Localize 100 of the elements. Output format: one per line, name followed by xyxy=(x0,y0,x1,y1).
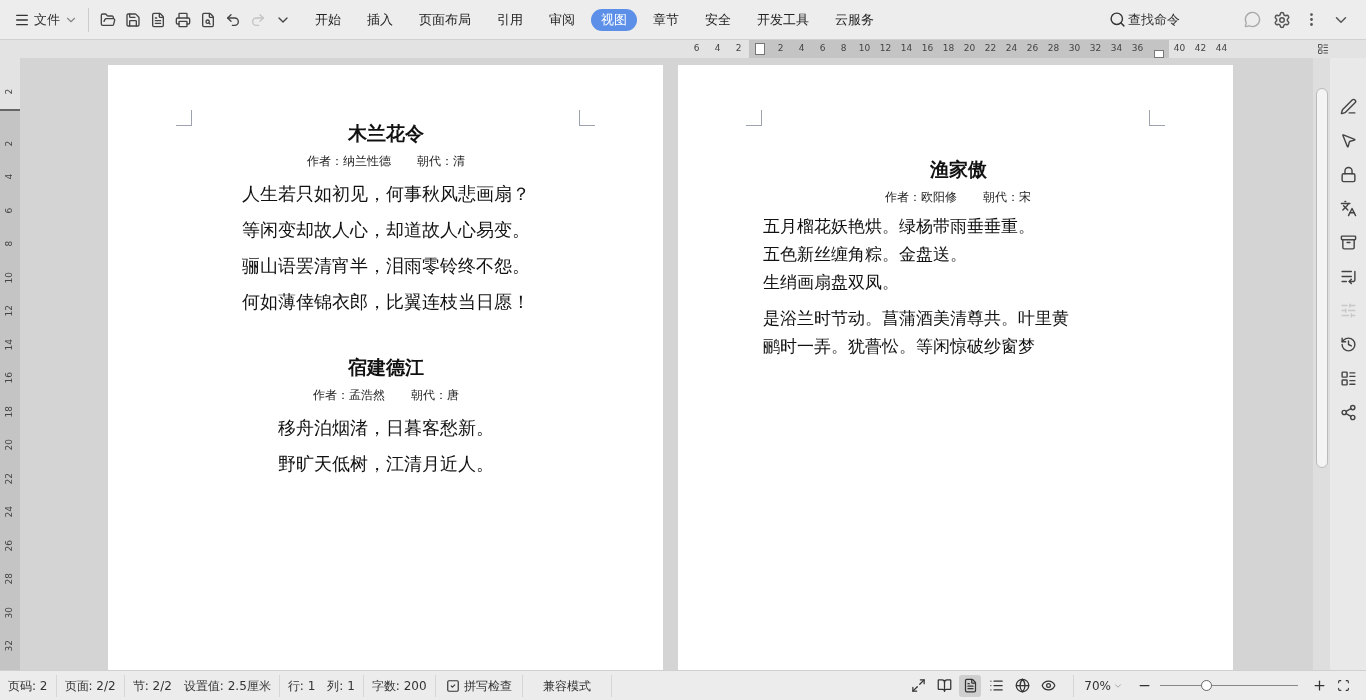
archive-icon[interactable] xyxy=(1339,234,1357,251)
ribbon-tab[interactable]: 审阅 xyxy=(539,8,585,31)
compat-mode-button[interactable]: 兼容模式 xyxy=(522,674,612,697)
outline-icon xyxy=(988,678,1004,693)
undo-icon xyxy=(224,11,241,28)
ruler-number: 20 xyxy=(962,42,977,56)
slider-thumb[interactable] xyxy=(1200,680,1212,691)
poem-line: 等闲变却故人心，却道故人心易变。 xyxy=(241,218,530,242)
zoom-in-icon[interactable] xyxy=(1312,678,1327,693)
poem-author: 作者：孟浩然 xyxy=(312,387,385,404)
ruler-number: 14 xyxy=(3,338,16,350)
margin-mark xyxy=(579,110,595,126)
print-icon xyxy=(174,11,191,28)
ribbon-tab[interactable]: 开发工具 xyxy=(747,8,819,31)
ribbon-tab[interactable]: 章节 xyxy=(643,8,689,31)
settings-icon[interactable] xyxy=(1273,10,1291,29)
status-text: 页面: 2/2 xyxy=(64,677,116,695)
list-icon[interactable] xyxy=(1339,268,1357,285)
status-text: 行: 1 xyxy=(287,677,316,695)
lock-icon[interactable] xyxy=(1339,166,1357,183)
ruler-number: 6 xyxy=(818,42,827,56)
ruler-number: 6 xyxy=(692,42,701,56)
ribbon-tab[interactable]: 开始 xyxy=(305,8,351,31)
poem-line: 五月榴花妖艳烘。绿杨带雨垂垂重。 xyxy=(763,215,1035,238)
poem-line: 是浴兰时节动。菖蒲酒美清尊共。叶里黄 xyxy=(763,307,1069,330)
ruler-number: 18 xyxy=(941,42,956,56)
poem-line: 五色新丝缠角粽。金盘送。 xyxy=(763,243,967,266)
ruler-number: 42 xyxy=(1193,42,1208,56)
poem-line: 人生若只如初见，何事秋风悲画扇？ xyxy=(241,182,530,206)
ruler-number: 32 xyxy=(3,640,16,652)
redo-icon xyxy=(249,11,266,28)
ruler-number: 22 xyxy=(983,42,998,56)
zoom-slider[interactable] xyxy=(1160,678,1298,693)
ruler-number: 16 xyxy=(3,372,16,384)
ruler-number: 2 xyxy=(734,42,743,56)
ribbon-tab[interactable]: 安全 xyxy=(695,8,741,31)
ruler-number: 26 xyxy=(3,539,16,551)
folder-icon xyxy=(99,11,116,28)
cursor-icon[interactable] xyxy=(1339,132,1357,149)
margin-marker[interactable] xyxy=(1153,50,1164,58)
status-text: 列: 1 xyxy=(327,677,355,695)
indent-marker[interactable] xyxy=(754,43,765,55)
poem-line: 野旷天低树，江清月近人。 xyxy=(277,452,494,476)
ruler-number: 14 xyxy=(899,42,914,56)
fit-window-icon[interactable] xyxy=(1337,679,1350,692)
ruler-number: 2 xyxy=(776,42,785,56)
history-icon[interactable] xyxy=(1339,336,1357,353)
status-text: 节: 2/2 xyxy=(132,677,172,695)
ruler-number: 4 xyxy=(713,42,722,56)
ruler-number: 8 xyxy=(3,240,16,247)
layout-icon[interactable] xyxy=(1339,370,1357,387)
ruler-number: 22 xyxy=(3,472,16,484)
poem-title: 宿建德江 xyxy=(347,355,424,380)
ruler-toggle-icon[interactable] xyxy=(1317,43,1329,55)
margin-mark xyxy=(1149,110,1165,126)
ruler-number: 12 xyxy=(3,305,16,317)
poem-dynasty: 朝代：清 xyxy=(416,153,465,170)
ruler-number: 16 xyxy=(920,42,935,56)
pen-icon[interactable] xyxy=(1339,98,1357,115)
poem-line: 鹂时一弄。犹瞢忪。等闲惊破纱窗梦 xyxy=(763,335,1035,358)
status-text: 页码: 2 xyxy=(8,677,48,695)
ribbon-tab[interactable]: 页面布局 xyxy=(409,8,481,31)
ruler-number: 36 xyxy=(1130,42,1145,56)
poem-line: 何如薄倖锦衣郎，比翼连枝当日愿！ xyxy=(241,290,530,314)
zoom-dropdown[interactable]: 70% xyxy=(1074,676,1133,695)
poem-author: 作者：纳兰性德 xyxy=(306,153,391,170)
poem-dynasty: 朝代：宋 xyxy=(983,189,1031,206)
ruler-number: 28 xyxy=(3,573,16,585)
book-icon xyxy=(936,678,952,693)
ribbon-tab[interactable]: 云服务 xyxy=(825,8,884,31)
ruler-number: 44 xyxy=(1214,42,1229,56)
status-text: 字数: 200 xyxy=(371,677,427,695)
spell-check-button[interactable]: 拼写检查 xyxy=(435,674,523,697)
ribbon-tab[interactable]: 引用 xyxy=(487,8,533,31)
poem-line: 骊山语罢清宵半，泪雨零铃终不怨。 xyxy=(241,254,530,278)
translate-icon[interactable] xyxy=(1339,200,1357,217)
ruler-number: 30 xyxy=(1067,42,1082,56)
preview-icon xyxy=(199,11,216,28)
ruler-number: 20 xyxy=(3,439,16,451)
share-icon[interactable] xyxy=(1339,404,1357,421)
ruler-number: 40 xyxy=(1172,42,1187,56)
page-view-button[interactable] xyxy=(959,674,982,697)
file-menu[interactable]: 文件 xyxy=(10,6,82,33)
ruler-number: 4 xyxy=(3,173,16,180)
margin-mark xyxy=(746,110,762,126)
ruler-number: 2 xyxy=(3,88,16,95)
ribbon-tab[interactable]: 插入 xyxy=(357,8,403,31)
fullscreen-icon xyxy=(910,678,926,693)
command-search[interactable]: 查找命令 xyxy=(1109,9,1180,30)
search-icon xyxy=(1109,11,1126,28)
poem-dynasty: 朝代：唐 xyxy=(410,387,459,404)
pdf-icon xyxy=(149,11,166,28)
ruler-number: 30 xyxy=(3,606,16,618)
poem-author: 作者：欧阳修 xyxy=(885,189,957,206)
ruler-number: 4 xyxy=(797,42,806,56)
ruler-number: 24 xyxy=(3,506,16,518)
ruler-number: 2 xyxy=(3,140,16,147)
margin-mark xyxy=(176,110,192,126)
scrollbar-thumb[interactable] xyxy=(1315,88,1328,468)
ruler-number: 10 xyxy=(857,42,872,56)
